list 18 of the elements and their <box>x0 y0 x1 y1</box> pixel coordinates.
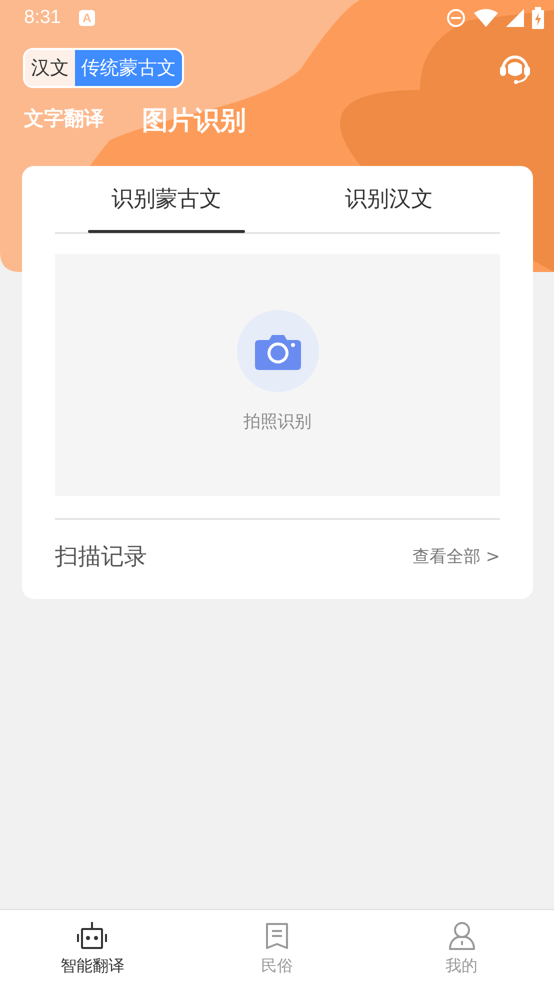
robot-icon <box>75 920 110 952</box>
nav-item[interactable]: 民俗 <box>184 910 370 984</box>
recognition-tab[interactable]: 识别蒙古文 <box>55 166 278 232</box>
wifi-icon <box>474 9 498 27</box>
capture-label: 拍照识别 <box>244 411 312 433</box>
records-title: 扫描记录 <box>55 543 147 572</box>
recognition-tab[interactable]: 识别汉文 <box>278 166 500 232</box>
signal-icon <box>506 9 524 27</box>
status-time: 8:31 <box>24 7 61 29</box>
language-option[interactable]: 汉文 <box>25 50 75 86</box>
do-not-disturb-icon <box>446 8 466 28</box>
language-option[interactable]: 传统蒙古文 <box>75 50 182 86</box>
battery-icon <box>532 7 544 29</box>
notification-icon: A <box>78 10 95 26</box>
camera-icon <box>254 332 300 370</box>
nav-item[interactable]: 智能翻译 <box>0 910 185 984</box>
nav-item[interactable]: 我的 <box>369 910 554 984</box>
view-all-link[interactable]: 查看全部 > <box>412 545 500 568</box>
